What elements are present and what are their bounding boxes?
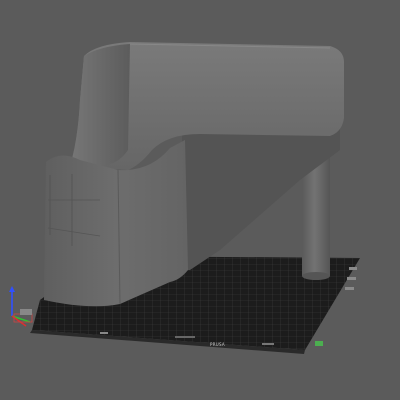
view-marker[interactable] (315, 341, 323, 346)
3d-viewport[interactable]: PRUSA (0, 0, 400, 400)
scene: PRUSA (9, 42, 360, 354)
bed-brand-label: PRUSA (210, 342, 225, 347)
bed-mark (262, 343, 274, 345)
bed-mark (175, 336, 195, 338)
y-axis (11, 315, 31, 323)
bed-mark (100, 332, 108, 334)
axes-gizmo (9, 286, 33, 327)
axes-cube (20, 309, 32, 315)
